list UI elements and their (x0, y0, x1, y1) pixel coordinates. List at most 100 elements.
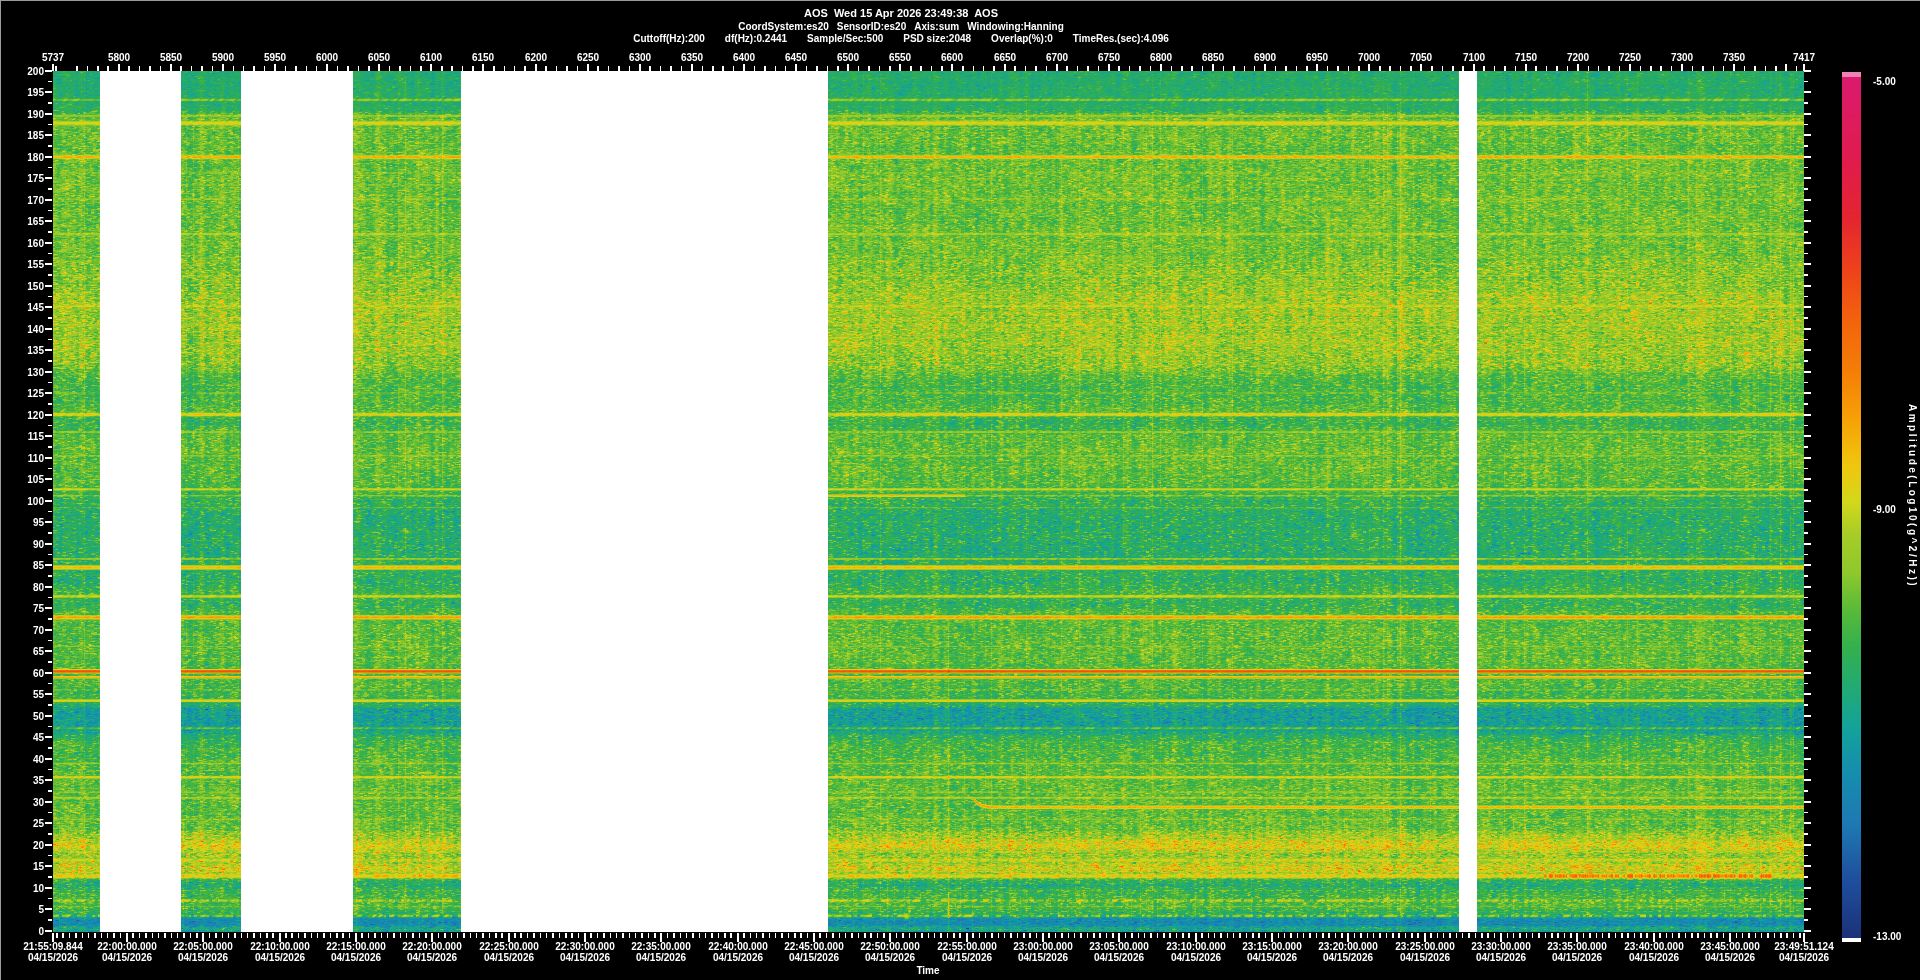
freq-axis-right-minor-tick (1804, 618, 1808, 620)
freq-axis-right-major-tick (1804, 521, 1811, 523)
freq-axis-minor-tick (48, 790, 52, 792)
time-axis-minor-tick (451, 933, 453, 939)
time-axis-minor-tick (972, 933, 974, 939)
freq-axis-major-tick (45, 887, 52, 889)
top-axis-minor-tick (1640, 66, 1642, 71)
time-axis-minor-tick (1284, 933, 1286, 939)
freq-axis-right-minor-tick (1804, 683, 1808, 685)
freq-axis-right-major-tick (1804, 263, 1811, 265)
time-axis-minor-tick (1010, 933, 1012, 939)
freq-axis-right-minor-tick (1804, 597, 1808, 599)
top-axis-major-tick (1212, 64, 1214, 71)
time-axis-minor-tick (56, 933, 58, 939)
time-axis-label-date: 04/15/2026 (1547, 952, 1607, 963)
time-axis-minor-tick (1583, 933, 1585, 939)
spectrogram-plot[interactable] (53, 71, 1804, 932)
param-5: TimeRes.(sec):4.096 (1063, 33, 1179, 44)
time-axis-minor-tick (1564, 933, 1566, 939)
freq-axis-right-major-tick (1804, 650, 1811, 652)
top-axis-label: 7000 (1358, 52, 1380, 63)
top-axis-minor-tick (264, 66, 266, 71)
freq-axis-right-major-tick (1804, 220, 1811, 222)
time-axis-minor-tick (1443, 933, 1445, 939)
time-axis-minor-tick (1309, 933, 1311, 939)
freq-axis-label: 100 (27, 495, 44, 506)
time-axis-minor-tick (330, 933, 332, 939)
time-axis-minor-tick (1099, 933, 1101, 939)
top-axis-minor-tick (1296, 66, 1298, 71)
freq-axis-major-tick (45, 543, 52, 545)
top-axis-major-tick (847, 64, 849, 71)
top-axis-minor-tick (1702, 66, 1704, 71)
top-axis-minor-tick (514, 66, 516, 71)
top-axis-minor-tick (931, 66, 933, 71)
top-axis-major-tick (52, 64, 54, 71)
time-axis-minor-tick (1640, 933, 1642, 939)
time-axis-minor-tick (374, 933, 376, 939)
time-axis-minor-tick (1068, 933, 1070, 939)
freq-axis-label: 45 (33, 732, 44, 743)
freq-axis-major-tick (45, 349, 52, 351)
time-axis-minor-tick (368, 933, 370, 939)
time-axis-label-date: 04/15/2026 (555, 952, 615, 963)
top-axis-minor-tick (702, 66, 704, 71)
freq-axis-right-minor-tick (1804, 145, 1808, 147)
time-axis-minor-tick (864, 933, 866, 939)
freq-axis-right-major-tick (1804, 457, 1811, 459)
time-axis-minor-tick (1029, 933, 1031, 939)
top-axis-major-tick (1368, 64, 1370, 71)
time-axis-label: 22:50:00.00004/15/2026 (860, 941, 920, 963)
freq-axis-minor-tick (48, 446, 52, 448)
time-axis-minor-tick (1666, 933, 1668, 939)
time-axis-minor-tick (870, 933, 872, 939)
freq-axis-label: 0 (38, 925, 44, 936)
top-axis-minor-tick (1244, 66, 1246, 71)
freq-axis-minor-tick (48, 382, 52, 384)
top-axis-minor-tick (295, 66, 297, 71)
freq-axis-label: 195 (27, 87, 44, 98)
top-axis-minor-tick (649, 66, 651, 71)
time-axis-minor-tick (1398, 933, 1400, 939)
top-axis-minor-tick (420, 66, 422, 71)
freq-axis-minor-tick (48, 145, 52, 147)
freq-axis-minor-tick (48, 102, 52, 104)
time-axis-minor-tick (1468, 933, 1470, 939)
time-axis-minor-tick (1411, 933, 1413, 939)
time-axis-minor-tick (1723, 933, 1725, 939)
param-0: Cuttoff(Hz):200 (623, 33, 715, 44)
time-axis-minor-tick (1227, 933, 1229, 939)
time-axis-minor-tick (495, 933, 497, 939)
top-axis-minor-tick (1285, 66, 1287, 71)
freq-axis-right-minor-tick (1804, 360, 1808, 362)
time-axis-minor-tick (1163, 933, 1165, 939)
time-axis-label: 23:20:00.00004/15/2026 (1318, 941, 1378, 963)
time-axis-label-time: 23:05:00.000 (1089, 941, 1149, 952)
freq-axis-major-tick (45, 607, 52, 609)
freq-axis-label: 5 (38, 904, 44, 915)
time-axis-minor-tick (1258, 933, 1260, 939)
freq-axis-major-tick (45, 758, 52, 760)
top-axis-label: 7250 (1619, 52, 1641, 63)
top-axis-major-tick (587, 64, 589, 71)
time-axis-minor-tick (482, 933, 484, 939)
top-axis-major-tick (118, 64, 120, 71)
freq-axis-major-tick (45, 242, 52, 244)
time-axis-label: 23:45:00.00004/15/2026 (1700, 941, 1760, 963)
time-axis-minor-tick (724, 933, 726, 939)
freq-axis-major-tick (45, 199, 52, 201)
time-axis-label-date: 04/15/2026 (937, 952, 997, 963)
top-axis-minor-tick (1337, 66, 1339, 71)
top-axis-label: 6950 (1306, 52, 1328, 63)
freq-axis-major-tick (45, 457, 52, 459)
time-axis-label: 22:45:00.00004/15/2026 (784, 941, 844, 963)
top-axis-minor-tick (889, 66, 891, 71)
top-axis-minor-tick (191, 66, 193, 71)
top-axis-major-tick (743, 64, 745, 71)
freq-axis-right-major-tick (1804, 865, 1811, 867)
time-axis-minor-tick (883, 933, 885, 939)
time-axis-minor-tick (1354, 933, 1356, 939)
time-axis-minor-tick (1697, 933, 1699, 939)
top-axis-minor-tick (1379, 66, 1381, 71)
time-axis-minor-tick (1392, 933, 1394, 939)
time-axis-minor-tick (1615, 933, 1617, 939)
